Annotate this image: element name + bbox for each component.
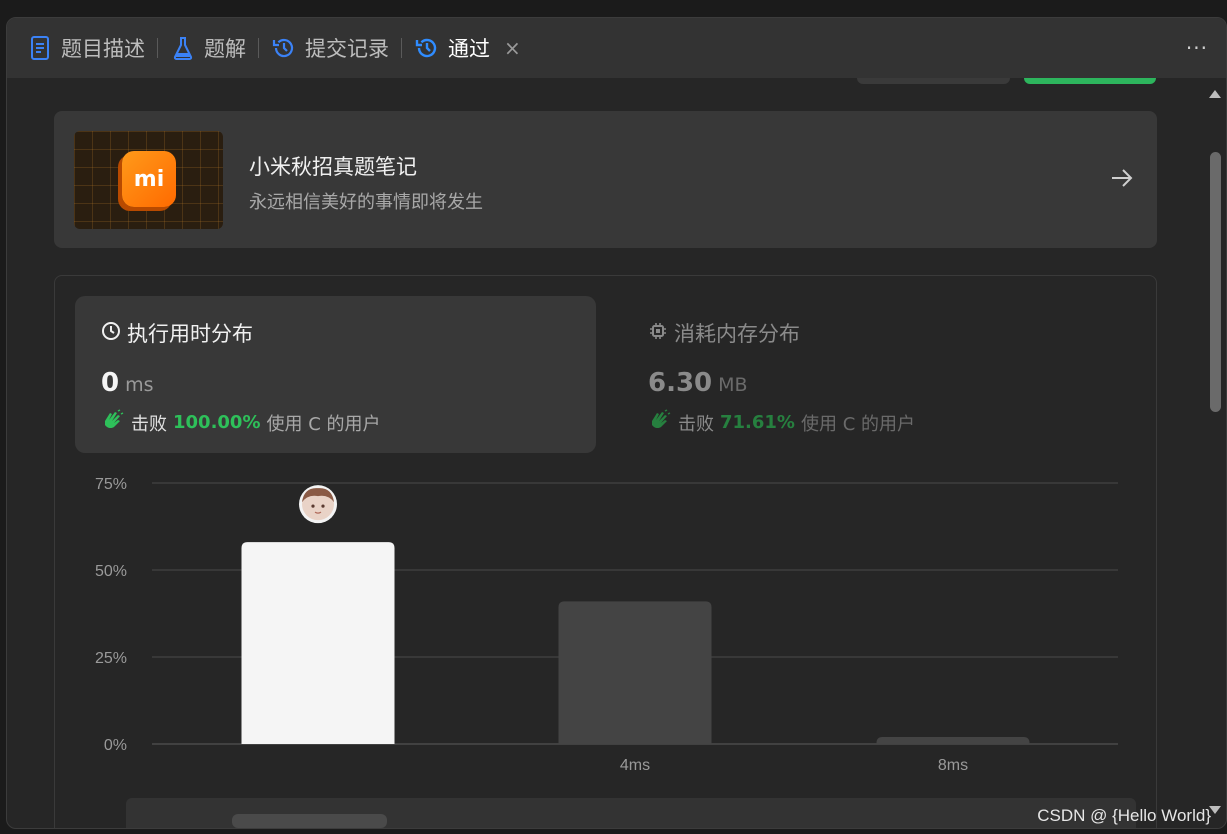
tab-label: 题解 [204, 37, 246, 61]
x-tick-label: 4ms [620, 757, 650, 774]
memory-card[interactable]: 消耗内存分布 6.30 MB 击败 71.61% 使用 C 的用户 [622, 296, 1143, 453]
more-options-icon[interactable]: ··· [1186, 36, 1208, 60]
close-icon[interactable]: × [504, 36, 521, 60]
clap-icon [101, 409, 125, 436]
tab-divider [258, 38, 259, 58]
beat-rest: 使用 C 的用户 [800, 413, 915, 435]
tab-label: 提交记录 [305, 37, 389, 61]
history-icon [414, 35, 440, 61]
y-tick-label: 25% [95, 650, 127, 667]
tab-accepted[interactable]: 通过 × [414, 18, 521, 78]
xiaomi-logo: mi [122, 151, 176, 207]
chart-bar[interactable] [558, 601, 712, 744]
tab-label: 题目描述 [61, 37, 145, 61]
promo-image: mi [74, 131, 223, 229]
code-preview-bar [126, 798, 1136, 828]
y-tick-label: 75% [95, 476, 127, 493]
memory-beat: 击败 71.61% 使用 C 的用户 [648, 409, 915, 436]
clock-icon [101, 321, 121, 346]
chart-bar[interactable] [876, 737, 1030, 744]
runtime-number: 0 [101, 368, 120, 398]
memory-heading: 消耗内存分布 [648, 318, 800, 348]
beat-label: 击败 [131, 413, 167, 435]
promo-title: 小米秋招真题笔记 [249, 155, 417, 179]
tab-label: 通过 [448, 37, 490, 61]
tab-description[interactable]: 题目描述 [27, 18, 145, 78]
promo-card[interactable]: mi 小米秋招真题笔记 永远相信美好的事情即将发生 [54, 111, 1157, 248]
performance-panel: 执行用时分布 0 ms 击败 100.00% 使用 C 的用户 消耗内存分布 6… [54, 275, 1157, 828]
runtime-card[interactable]: 执行用时分布 0 ms 击败 100.00% 使用 C 的用户 [75, 296, 596, 453]
memory-number: 6.30 [648, 368, 713, 398]
beat-label: 击败 [678, 413, 714, 435]
beat-percent: 100.00% [173, 412, 261, 433]
solution-window: 题目描述 题解 提交记录 通过 × ··· mi 小米秋招真题笔记 永远相信美好… [6, 17, 1227, 829]
runtime-beat: 击败 100.00% 使用 C 的用户 [101, 409, 381, 436]
x-tick-label: 8ms [938, 757, 968, 774]
secondary-button-edge[interactable] [857, 78, 1010, 84]
chip-icon [648, 321, 668, 346]
clap-icon [648, 409, 672, 436]
tab-submissions[interactable]: 提交记录 [271, 18, 389, 78]
runtime-heading: 执行用时分布 [101, 318, 253, 348]
tab-solutions[interactable]: 题解 [170, 18, 246, 78]
y-tick-label: 0% [104, 737, 127, 754]
runtime-value: 0 ms [101, 368, 154, 398]
memory-value: 6.30 MB [648, 368, 748, 398]
runtime-heading-label: 执行用时分布 [127, 322, 253, 346]
scroll-up-icon[interactable] [1209, 90, 1221, 98]
scrollbar-thumb[interactable] [1210, 152, 1221, 412]
content-area: mi 小米秋招真题笔记 永远相信美好的事情即将发生 执行用时分布 0 ms 击败… [7, 78, 1204, 828]
primary-button-edge[interactable] [1024, 78, 1156, 84]
scrollbar[interactable] [1204, 78, 1226, 828]
promo-subtitle: 永远相信美好的事情即将发生 [249, 192, 483, 213]
beat-percent: 71.61% [720, 412, 795, 433]
memory-unit: MB [718, 374, 748, 396]
tab-divider [401, 38, 402, 58]
flask-icon [170, 35, 196, 61]
code-preview-tab[interactable] [232, 814, 387, 828]
y-tick-label: 50% [95, 563, 127, 580]
runtime-unit: ms [125, 374, 154, 396]
chart-bar[interactable] [241, 542, 395, 744]
memory-heading-label: 消耗内存分布 [674, 322, 800, 346]
watermark: CSDN @ {Hello World} [1037, 806, 1211, 825]
beat-rest: 使用 C 的用户 [266, 413, 381, 435]
history-icon [271, 35, 297, 61]
user-avatar-icon[interactable] [299, 485, 337, 524]
tab-bar: 题目描述 题解 提交记录 通过 × ··· [7, 18, 1226, 78]
arrow-right-icon[interactable] [1109, 165, 1135, 191]
runtime-distribution-chart: 0% 25% 50% 75% 4ms 8ms [95, 476, 1118, 774]
document-icon [27, 35, 53, 61]
tab-divider [157, 38, 158, 58]
